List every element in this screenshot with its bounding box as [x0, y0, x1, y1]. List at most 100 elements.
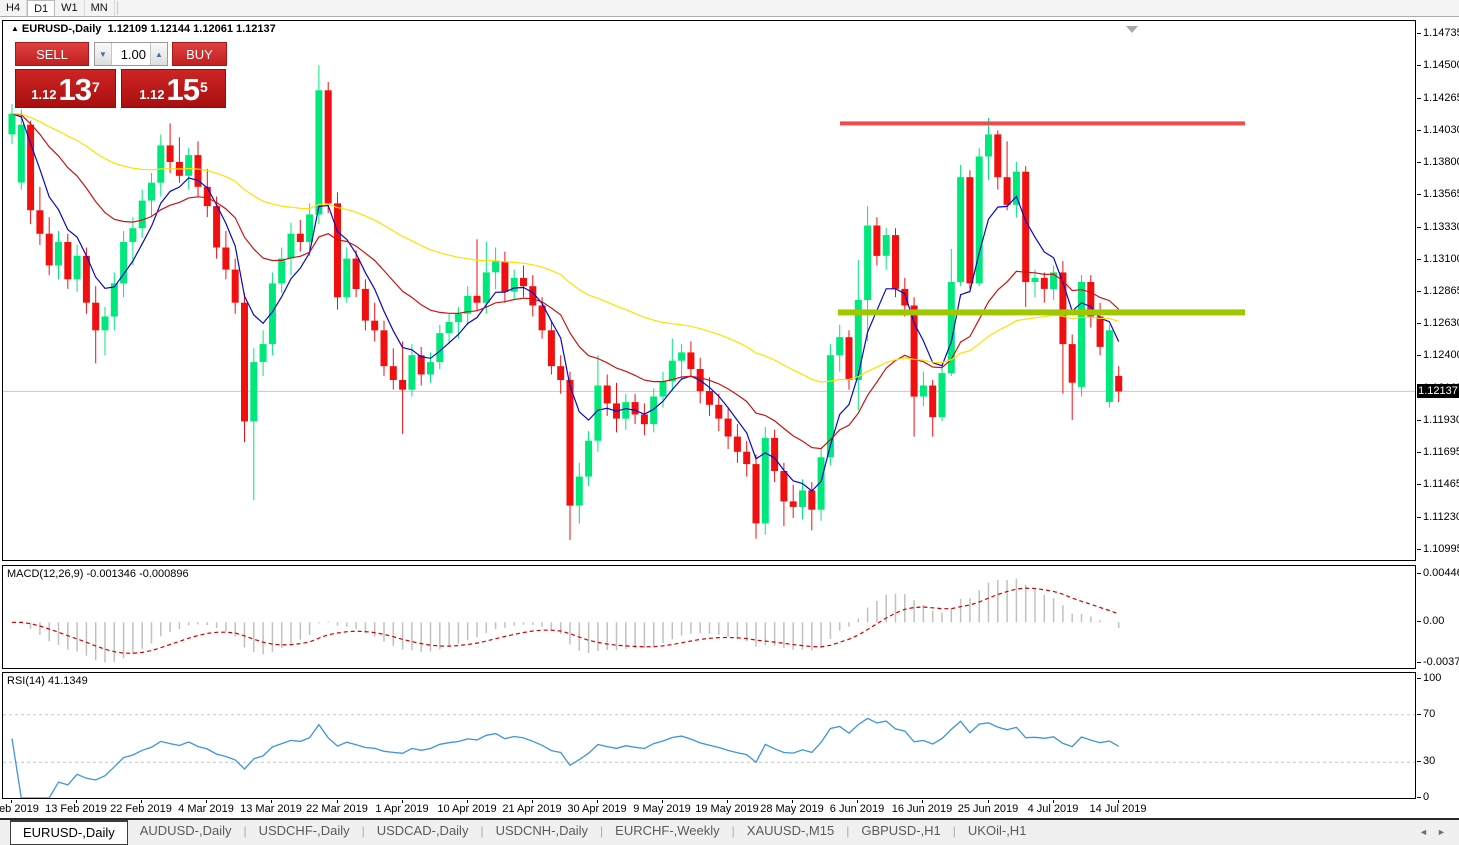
axis-tick-mark — [1417, 517, 1421, 518]
axis-tick-mark — [1417, 130, 1421, 131]
price-tick-label: 1.13800 — [1423, 156, 1459, 168]
macd-indicator-panel: MACD(12,26,9) -0.001346 -0.000896 — [2, 565, 1416, 669]
ohlc-low: 1.12061 — [193, 23, 233, 35]
axis-tick-mark — [1417, 549, 1421, 550]
date-tick-label: 4 Mar 2019 — [178, 803, 234, 815]
macd-tick-label: 0.004465 — [1423, 567, 1459, 579]
rsi-tick-label: 0 — [1423, 791, 1429, 803]
one-click-trade-panel: SELL ▼ ▲ BUY 1.12 13 7 1.12 15 5 — [15, 42, 229, 108]
rsi-tick-label: 70 — [1423, 708, 1435, 720]
price-chart-panel: ▲EURUSD-,Daily 1.12109 1.12144 1.12061 1… — [2, 20, 1416, 561]
price-tick-label: 1.10995 — [1423, 543, 1459, 555]
timeframe-button-mn[interactable]: MN — [85, 0, 115, 16]
axis-tick-mark — [1417, 194, 1421, 195]
price-tick-label: 1.11930 — [1423, 414, 1459, 426]
axis-tick-mark — [1417, 355, 1421, 356]
resistance-line — [840, 121, 1245, 125]
axis-tick-mark — [1417, 98, 1421, 99]
candlestick-series — [9, 65, 1123, 540]
buy-quote-box[interactable]: 1.12 15 5 — [121, 69, 226, 108]
buy-price-big: 15 — [167, 75, 199, 105]
tab-scroll-right-icon[interactable]: ► — [1437, 827, 1446, 837]
timeframe-toolbar: H4D1W1MN — [0, 0, 1459, 17]
price-tick-label: 1.13565 — [1423, 188, 1459, 200]
volume-input[interactable] — [112, 43, 150, 65]
buy-price-pip: 5 — [200, 69, 208, 105]
axis-tick-mark — [1417, 484, 1421, 485]
chart-shift-marker-icon — [1126, 26, 1138, 33]
date-tick-label: 21 Apr 2019 — [502, 803, 561, 815]
date-tick-label: 4 Jul 2019 — [1028, 803, 1079, 815]
macd-label: MACD(12,26,9) -0.001346 -0.000896 — [7, 568, 189, 580]
tab-gbpusd-h1[interactable]: GBPUSD-,H1 — [849, 820, 952, 842]
axis-tick-mark — [1417, 621, 1421, 622]
ohlc-high: 1.12144 — [150, 23, 190, 35]
rsi-value: 41.1349 — [48, 675, 88, 687]
rsi-tick-label: 30 — [1423, 755, 1435, 767]
rsi-line — [12, 718, 1119, 798]
axis-tick-mark — [1417, 291, 1421, 292]
toolbar-separator — [117, 1, 118, 15]
timeframe-button-d1[interactable]: D1 — [27, 0, 55, 16]
rsi-tick-label: 100 — [1423, 672, 1441, 684]
axis-tick-mark — [1417, 797, 1421, 798]
date-tick-label: 14 Jul 2019 — [1090, 803, 1147, 815]
ohlc-open: 1.12109 — [108, 23, 148, 35]
support-line — [838, 309, 1245, 315]
price-tick-label: 1.11695 — [1423, 446, 1459, 458]
axis-tick-mark — [1417, 761, 1421, 762]
price-tick-label: 1.14735 — [1423, 27, 1459, 39]
axis-tick-mark — [1417, 65, 1421, 66]
time-axis[interactable]: 4 Feb 201913 Feb 201922 Feb 20194 Mar 20… — [2, 800, 1416, 818]
date-tick-label: 22 Mar 2019 — [306, 803, 368, 815]
trading-terminal: H4D1W1MN ▲EURUSD-,Daily 1.12109 1.12144 … — [0, 0, 1459, 845]
date-tick-label: 30 Apr 2019 — [567, 803, 626, 815]
price-axis[interactable]: 1.147351.145001.142651.140301.138001.135… — [1417, 20, 1459, 819]
date-tick-label: 25 Jun 2019 — [958, 803, 1019, 815]
tab-usdcnh-daily[interactable]: USDCNH-,Daily — [484, 820, 600, 842]
price-tick-label: 1.13330 — [1423, 221, 1459, 233]
tab-scroll-left-icon[interactable]: ◄ — [1419, 827, 1428, 837]
price-tick-label: 1.12630 — [1423, 317, 1459, 329]
macd-signal-line — [12, 588, 1119, 653]
tab-eurchf-weekly[interactable]: EURCHF-,Weekly — [603, 820, 732, 842]
macd-canvas[interactable] — [3, 566, 1415, 668]
sell-price-small: 1.12 — [31, 85, 56, 105]
price-tick-label: 1.14265 — [1423, 92, 1459, 104]
price-tick-label: 1.11465 — [1423, 478, 1459, 490]
axis-tick-mark — [1417, 420, 1421, 421]
date-tick-label: 6 Jun 2019 — [830, 803, 884, 815]
timeframe-button-w1[interactable]: W1 — [55, 0, 85, 16]
macd-value-signal: -0.000896 — [139, 568, 189, 580]
macd-histogram — [12, 579, 1119, 663]
sell-button[interactable]: SELL — [15, 42, 89, 66]
axis-tick-mark — [1417, 33, 1421, 34]
tab-usdchf-daily[interactable]: USDCHF-,Daily — [247, 820, 362, 842]
axis-tick-mark — [1417, 452, 1421, 453]
volume-increase-icon[interactable]: ▲ — [150, 43, 167, 65]
volume-decrease-icon[interactable]: ▼ — [95, 43, 112, 65]
sell-quote-box[interactable]: 1.12 13 7 — [15, 69, 116, 108]
date-tick-label: 1 Apr 2019 — [375, 803, 428, 815]
tab-audusd-daily[interactable]: AUDUSD-,Daily — [128, 820, 244, 842]
collapse-quote-icon[interactable]: ▲ — [11, 24, 19, 33]
price-tick-label: 1.12400 — [1423, 349, 1459, 361]
price-tick-label: 1.11230 — [1423, 511, 1459, 523]
date-tick-label: 16 Jun 2019 — [892, 803, 953, 815]
date-tick-label: 22 Feb 2019 — [110, 803, 172, 815]
tab-usdcad-daily[interactable]: USDCAD-,Daily — [365, 820, 481, 842]
axis-tick-mark — [1417, 573, 1421, 574]
rsi-canvas[interactable] — [3, 673, 1415, 798]
ohlc-close: 1.12137 — [236, 23, 276, 35]
axis-tick-mark — [1417, 662, 1421, 663]
date-tick-label: 4 Feb 2019 — [0, 803, 39, 815]
chart-tab-bar: EURUSD-,DailyAUDUSD-,Daily|USDCHF-,Daily… — [0, 820, 1459, 845]
tab-xauusd-m15[interactable]: XAUUSD-,M15 — [735, 820, 846, 842]
timeframe-button-h4[interactable]: H4 — [0, 0, 27, 16]
tab-eurusd-daily[interactable]: EURUSD-,Daily — [10, 820, 128, 845]
tab-ukoil-h1[interactable]: UKOil-,H1 — [956, 820, 1039, 842]
price-tick-label: 1.14500 — [1423, 59, 1459, 71]
macd-value-main: -0.001346 — [86, 568, 136, 580]
chart-symbol-label: EURUSD-,Daily — [22, 23, 101, 35]
buy-button[interactable]: BUY — [172, 42, 227, 66]
